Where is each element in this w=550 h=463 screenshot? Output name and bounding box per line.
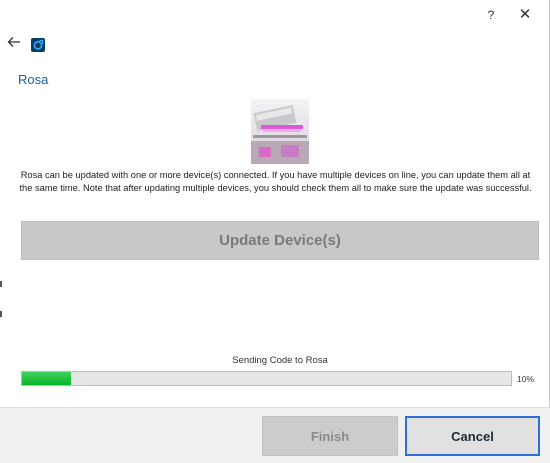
progress-percent: 10% [517,374,535,384]
refresh-update-icon [31,38,45,52]
device-photo [251,99,309,164]
update-devices-button[interactable]: Update Device(s) [21,221,539,260]
back-arrow-glyph [7,37,20,47]
close-button[interactable]: ✕ [515,6,535,24]
cancel-button[interactable]: Cancel [405,416,540,456]
page-title: Rosa [18,72,49,87]
finish-button[interactable]: Finish [262,416,398,456]
help-button[interactable]: ? [481,6,501,24]
refresh-update-glyph [33,39,44,50]
update-dialog: ? ✕ Rosa Rosa can be updated with one or… [0,0,550,463]
back-arrow-icon[interactable] [6,35,22,53]
progress-status: Sending Code to Rosa [232,355,328,366]
dialog-footer: Finish Cancel [0,407,550,463]
progress-fill [22,372,71,385]
edge-mark [0,311,2,317]
edge-mark [0,281,2,287]
progress-bar [21,371,512,386]
update-description: Rosa can be updated with one or more dev… [19,170,532,193]
grow-light-photo [251,99,309,164]
